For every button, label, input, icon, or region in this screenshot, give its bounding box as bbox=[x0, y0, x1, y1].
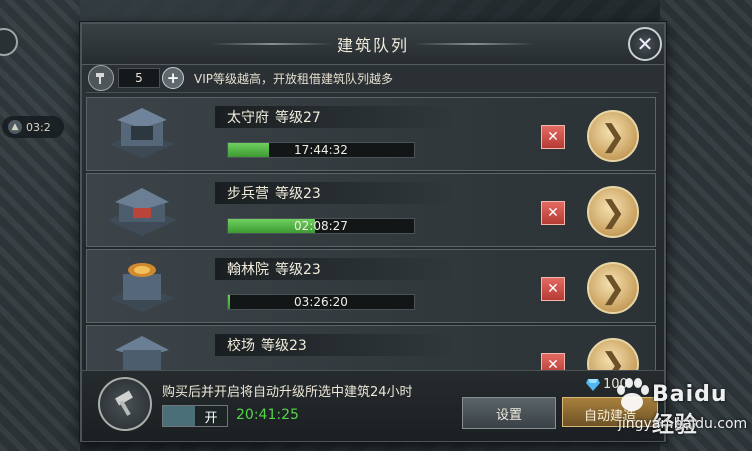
background-timer-text: 03:2 bbox=[26, 120, 51, 134]
upgrade-timer: 17:44:32 bbox=[294, 143, 348, 157]
upgrade-arrow-icon: ▲ bbox=[8, 120, 22, 134]
building-name-plate: 太守府 等级27 bbox=[215, 106, 455, 128]
speed-up-button[interactable]: ❯ bbox=[587, 262, 639, 314]
building-row: 校场 等级23 ✕ ❯ bbox=[86, 325, 656, 371]
building-image bbox=[109, 263, 175, 312]
close-icon: ✕ bbox=[547, 281, 559, 297]
building-level: 等级27 bbox=[275, 110, 321, 126]
auto-build-toggle[interactable]: 开 bbox=[162, 405, 228, 427]
building-name: 校场 bbox=[227, 338, 255, 354]
toggle-label: 开 bbox=[195, 406, 227, 426]
baidu-paw-logo bbox=[617, 378, 649, 411]
upgrade-progress-bar: 03:26:20 bbox=[227, 294, 415, 310]
queue-count: 5 bbox=[118, 68, 160, 88]
title-decoration-left bbox=[212, 43, 332, 45]
building-queue-dialog: 建筑队列 ✕ 5 + VIP等级越高，开放租借建筑队列越多 太守府 等级27 1… bbox=[80, 22, 666, 442]
building-image bbox=[107, 188, 177, 236]
queue-info-bar: 5 + VIP等级越高，开放租借建筑队列越多 bbox=[88, 65, 656, 91]
chevron-right-icon: ❯ bbox=[600, 194, 626, 230]
building-image bbox=[115, 336, 169, 371]
building-level: 等级23 bbox=[261, 338, 307, 354]
gem-icon bbox=[586, 378, 600, 391]
chevron-right-icon: ❯ bbox=[600, 118, 626, 154]
close-icon: ✕ bbox=[547, 357, 559, 371]
dialog-titlebar: 建筑队列 ✕ bbox=[82, 24, 664, 65]
cancel-upgrade-button[interactable]: ✕ bbox=[541, 353, 565, 371]
baidu-jingyan-watermark: Baidu 经验 jingyan.baidu.com bbox=[612, 376, 748, 438]
close-button[interactable]: ✕ bbox=[628, 27, 662, 61]
building-name-plate: 翰林院 等级23 bbox=[215, 258, 455, 280]
close-icon: ✕ bbox=[547, 205, 559, 221]
add-queue-button[interactable]: + bbox=[162, 67, 184, 89]
chevron-right-icon: ❯ bbox=[600, 270, 626, 306]
hammer-icon bbox=[98, 377, 152, 431]
upgrade-timer: 02:08:27 bbox=[294, 219, 348, 233]
background-build-timer: ▲ 03:2 bbox=[2, 116, 64, 138]
building-image bbox=[109, 108, 175, 158]
dialog-title: 建筑队列 bbox=[336, 36, 409, 55]
auto-build-description: 购买后并开启将自动升级所选中建筑24小时 bbox=[162, 385, 413, 400]
speed-up-button[interactable]: ❯ bbox=[587, 186, 639, 238]
speed-up-button[interactable]: ❯ bbox=[587, 338, 639, 371]
auto-build-countdown: 20:41:25 bbox=[236, 407, 299, 423]
cancel-upgrade-button[interactable]: ✕ bbox=[541, 201, 565, 225]
close-icon: ✕ bbox=[547, 129, 559, 145]
cancel-upgrade-button[interactable]: ✕ bbox=[541, 125, 565, 149]
upgrade-progress-bar: 17:44:32 bbox=[227, 142, 415, 158]
upgrade-timer: 03:26:20 bbox=[294, 295, 348, 309]
building-name: 翰林院 bbox=[227, 262, 269, 278]
hammer-icon bbox=[88, 65, 114, 91]
building-level: 等级23 bbox=[275, 262, 321, 278]
toggle-track bbox=[163, 406, 195, 426]
building-name: 步兵营 bbox=[227, 186, 269, 202]
settings-button[interactable]: 设置 bbox=[462, 397, 556, 429]
title-decoration-right bbox=[414, 43, 534, 45]
plus-icon: + bbox=[166, 69, 180, 87]
building-name-plate: 步兵营 等级23 bbox=[215, 182, 455, 204]
building-row: 太守府 等级27 17:44:32 ✕ ❯ bbox=[86, 97, 656, 171]
speed-up-button[interactable]: ❯ bbox=[587, 110, 639, 162]
chevron-right-icon: ❯ bbox=[600, 346, 626, 372]
building-list[interactable]: 太守府 等级27 17:44:32 ✕ ❯ 步兵营 等级23 02:08:27 … bbox=[86, 92, 658, 371]
building-level: 等级23 bbox=[275, 186, 321, 202]
building-name: 太守府 bbox=[227, 110, 269, 126]
auto-build-footer: 购买后并开启将自动升级所选中建筑24小时 开 20:41:25 设置 自动建造 … bbox=[82, 370, 664, 441]
close-icon: ✕ bbox=[636, 32, 654, 56]
cancel-upgrade-button[interactable]: ✕ bbox=[541, 277, 565, 301]
building-row: 步兵营 等级23 02:08:27 ✕ ❯ bbox=[86, 173, 656, 247]
watermark-url: jingyan.baidu.com bbox=[618, 416, 748, 432]
building-name-plate: 校场 等级23 bbox=[215, 334, 455, 356]
vip-note: VIP等级越高，开放租借建筑队列越多 bbox=[194, 71, 393, 86]
upgrade-progress-bar: 02:08:27 bbox=[227, 218, 415, 234]
building-row: 翰林院 等级23 03:26:20 ✕ ❯ bbox=[86, 249, 656, 323]
background-left-scenery bbox=[0, 0, 80, 451]
